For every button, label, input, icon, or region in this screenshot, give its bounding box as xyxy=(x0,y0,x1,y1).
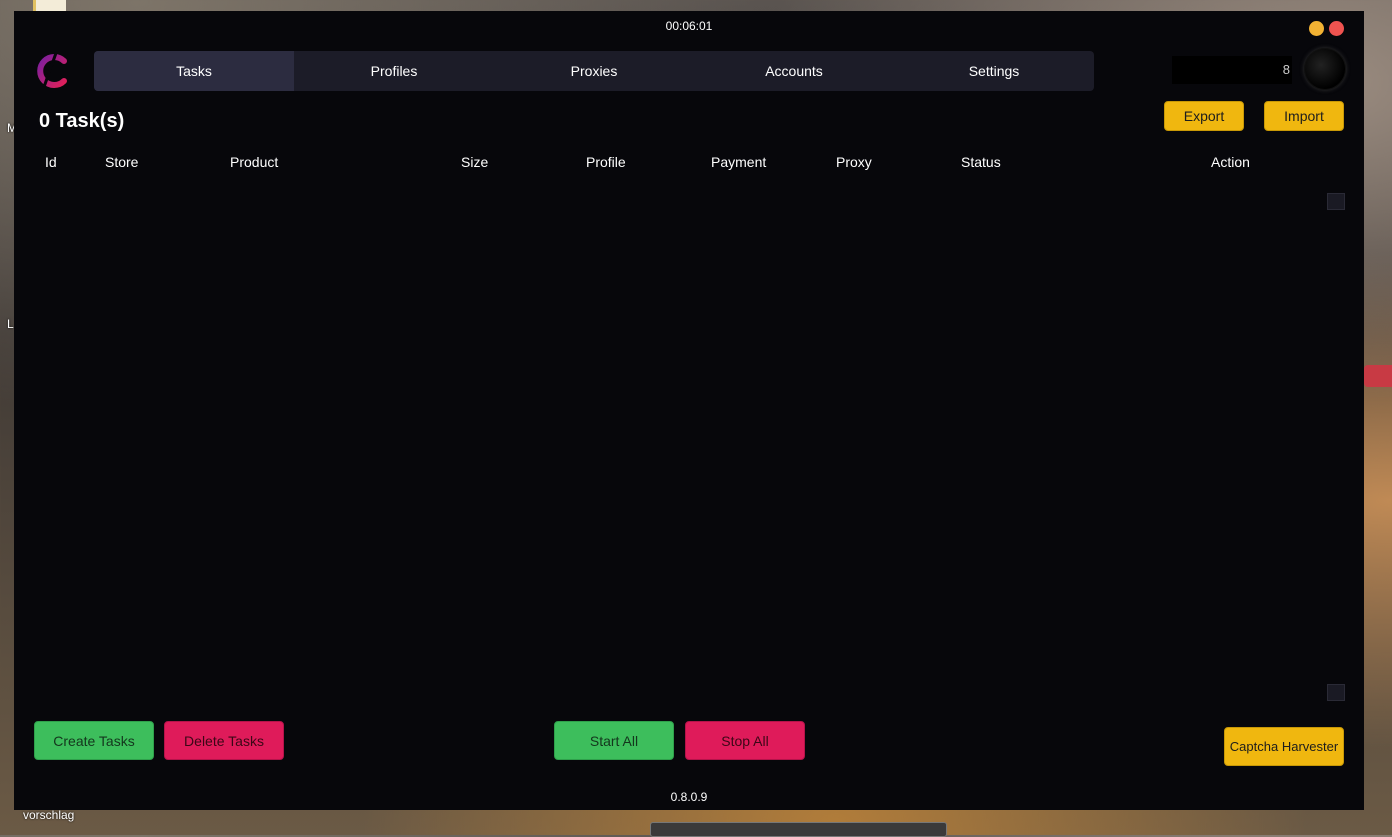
desktop-red-object xyxy=(1364,365,1392,387)
close-button[interactable] xyxy=(1329,21,1344,36)
tab-tasks[interactable]: Tasks xyxy=(94,51,294,91)
create-tasks-button[interactable]: Create Tasks xyxy=(34,721,154,760)
account-name-partial: 8 xyxy=(1282,62,1290,77)
import-button[interactable]: Import xyxy=(1264,101,1344,131)
scrollbar-down-arrow[interactable] xyxy=(1327,684,1345,701)
column-header-action: Action xyxy=(1211,154,1250,170)
tab-accounts[interactable]: Accounts xyxy=(694,51,894,91)
scrollbar-up-arrow[interactable] xyxy=(1327,193,1345,210)
column-header-size: Size xyxy=(461,154,489,170)
app-window: 00:06:01 Tasks Profiles Proxies Accounts… xyxy=(14,11,1364,810)
stop-all-button[interactable]: Stop All xyxy=(685,721,805,760)
delete-tasks-button[interactable]: Delete Tasks xyxy=(164,721,284,760)
column-header-store: Store xyxy=(105,154,139,170)
desktop-label-l: L xyxy=(7,317,14,331)
minimize-button[interactable] xyxy=(1309,21,1324,36)
tab-settings[interactable]: Settings xyxy=(894,51,1094,91)
tab-profiles[interactable]: Profiles xyxy=(294,51,494,91)
export-button[interactable]: Export xyxy=(1164,101,1244,131)
user-avatar[interactable] xyxy=(1304,48,1346,90)
main-nav: Tasks Profiles Proxies Accounts Settings xyxy=(94,51,1094,91)
desktop-label-vorschlag: vorschlag xyxy=(23,808,75,822)
tab-proxies[interactable]: Proxies xyxy=(494,51,694,91)
app-version: 0.8.0.9 xyxy=(670,790,708,804)
task-table-header: Id Store Product Size Profile Payment Pr… xyxy=(14,154,1364,174)
session-timer: 00:06:01 xyxy=(665,19,713,33)
column-header-status: Status xyxy=(961,154,1001,170)
column-header-id: Id xyxy=(45,154,57,170)
column-header-product: Product xyxy=(230,154,279,170)
task-count-title: 0 Task(s) xyxy=(39,110,125,132)
app-logo-icon xyxy=(37,52,67,88)
column-header-proxy: Proxy xyxy=(836,154,872,170)
account-name-box: 8 xyxy=(1172,56,1292,84)
captcha-harvester-button[interactable]: Captcha Harvester xyxy=(1224,727,1344,766)
desktop-window-strip xyxy=(33,0,66,11)
start-all-button[interactable]: Start All xyxy=(554,721,674,760)
column-header-profile: Profile xyxy=(586,154,626,170)
column-header-payment: Payment xyxy=(711,154,767,170)
